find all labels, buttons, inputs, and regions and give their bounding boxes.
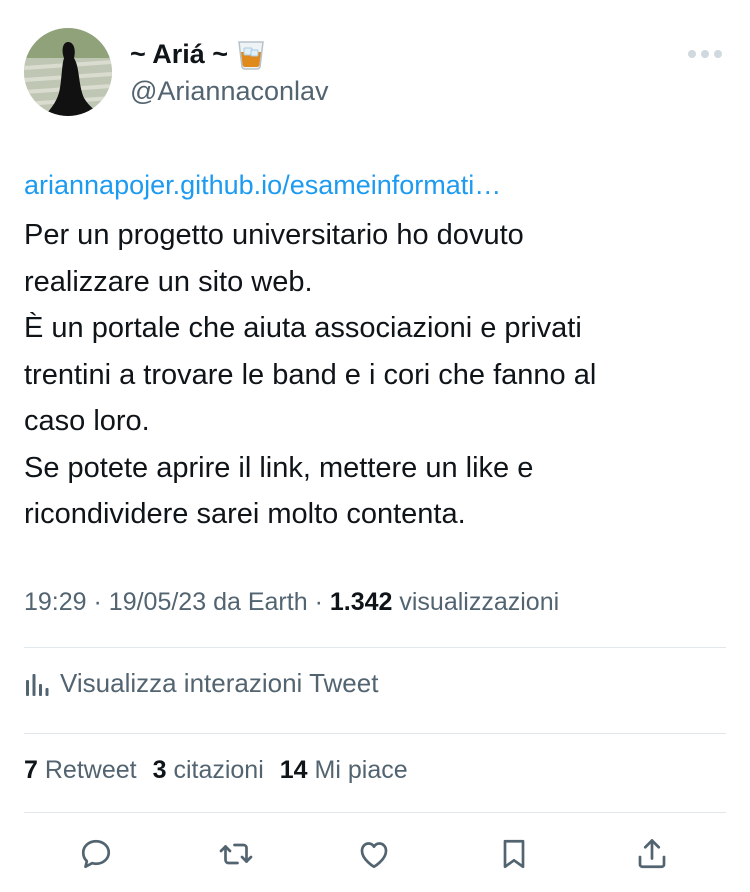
tweet-text: Per un progetto universitario ho dovuto … — [24, 212, 724, 538]
quotes-stat[interactable]: 3 citazioni — [153, 756, 264, 785]
views-count: 1.342 — [329, 588, 393, 616]
tweet-text-line: trentini a trovare le band e i cori che … — [24, 358, 597, 391]
divider — [24, 733, 726, 734]
meta-separator: · — [93, 588, 109, 616]
tweet-time[interactable]: 19:29 — [24, 588, 87, 616]
bookmark-icon — [503, 839, 525, 869]
tweet-text-line: ricondividere sarei molto contenta. — [24, 498, 466, 530]
analytics-icon — [24, 670, 50, 698]
analytics-label: Visualizza interazioni Tweet — [60, 668, 379, 698]
likes-label: Mi piace — [314, 756, 408, 784]
likes-count: 14 — [279, 756, 308, 784]
more-options-icon[interactable] — [688, 50, 722, 58]
author-handle[interactable]: @Ariannaconlav — [130, 76, 329, 107]
divider — [24, 812, 726, 813]
engagement-stats: 7 Retweet 3 citazioni 14 Mi piace — [24, 756, 408, 785]
meta-separator: · — [314, 588, 330, 616]
reply-icon — [81, 839, 111, 869]
tweet-source[interactable]: Earth — [248, 588, 308, 616]
quotes-label: citazioni — [173, 756, 264, 784]
like-icon — [360, 842, 388, 869]
like-button[interactable] — [350, 830, 398, 878]
source-prefix: da — [213, 588, 241, 616]
views-label: visualizzazioni — [399, 588, 560, 616]
tweet-text-line: Per un progetto universitario ho dovuto — [24, 219, 524, 251]
tweet-link[interactable]: ariannapojer.github.io/esameinformati… — [24, 170, 501, 201]
retweets-stat[interactable]: 7 Retweet — [24, 756, 137, 785]
tweet-text-line: realizzare un sito web. — [24, 265, 313, 298]
tweet-text-line: È un portale che aiuta associazioni e pr… — [24, 312, 582, 344]
display-name-text: ~ Ariá ~ — [130, 38, 229, 69]
share-icon — [638, 839, 666, 869]
tweet-text-line: caso loro. — [24, 405, 150, 437]
retweets-count: 7 — [24, 756, 38, 784]
avatar[interactable] — [24, 28, 112, 116]
tweet-text-line: Se potete aprire il link, mettere un lik… — [24, 451, 534, 484]
likes-stat[interactable]: 14 Mi piace — [280, 756, 408, 785]
avatar-image — [24, 28, 112, 116]
author-block[interactable]: ~ Ariá ~ @Ariannaconlav — [130, 38, 329, 107]
reply-button[interactable] — [72, 830, 120, 878]
divider — [24, 647, 726, 648]
whiskey-emoji-icon — [236, 38, 266, 70]
author-display-name[interactable]: ~ Ariá ~ — [130, 38, 329, 70]
retweet-button[interactable] — [212, 830, 260, 878]
retweet-icon — [219, 843, 253, 865]
view-analytics-button[interactable]: Visualizza interazioni Tweet — [24, 668, 378, 699]
tweet-meta: 19:29 · 19/05/23 da Earth · 1.342 visual… — [24, 588, 559, 617]
tweet-date[interactable]: 19/05/23 — [109, 588, 206, 616]
retweets-label: Retweet — [44, 756, 137, 784]
tweet-actions — [0, 830, 750, 878]
share-button[interactable] — [628, 830, 676, 878]
bookmark-button[interactable] — [490, 830, 538, 878]
quotes-count: 3 — [152, 756, 167, 784]
